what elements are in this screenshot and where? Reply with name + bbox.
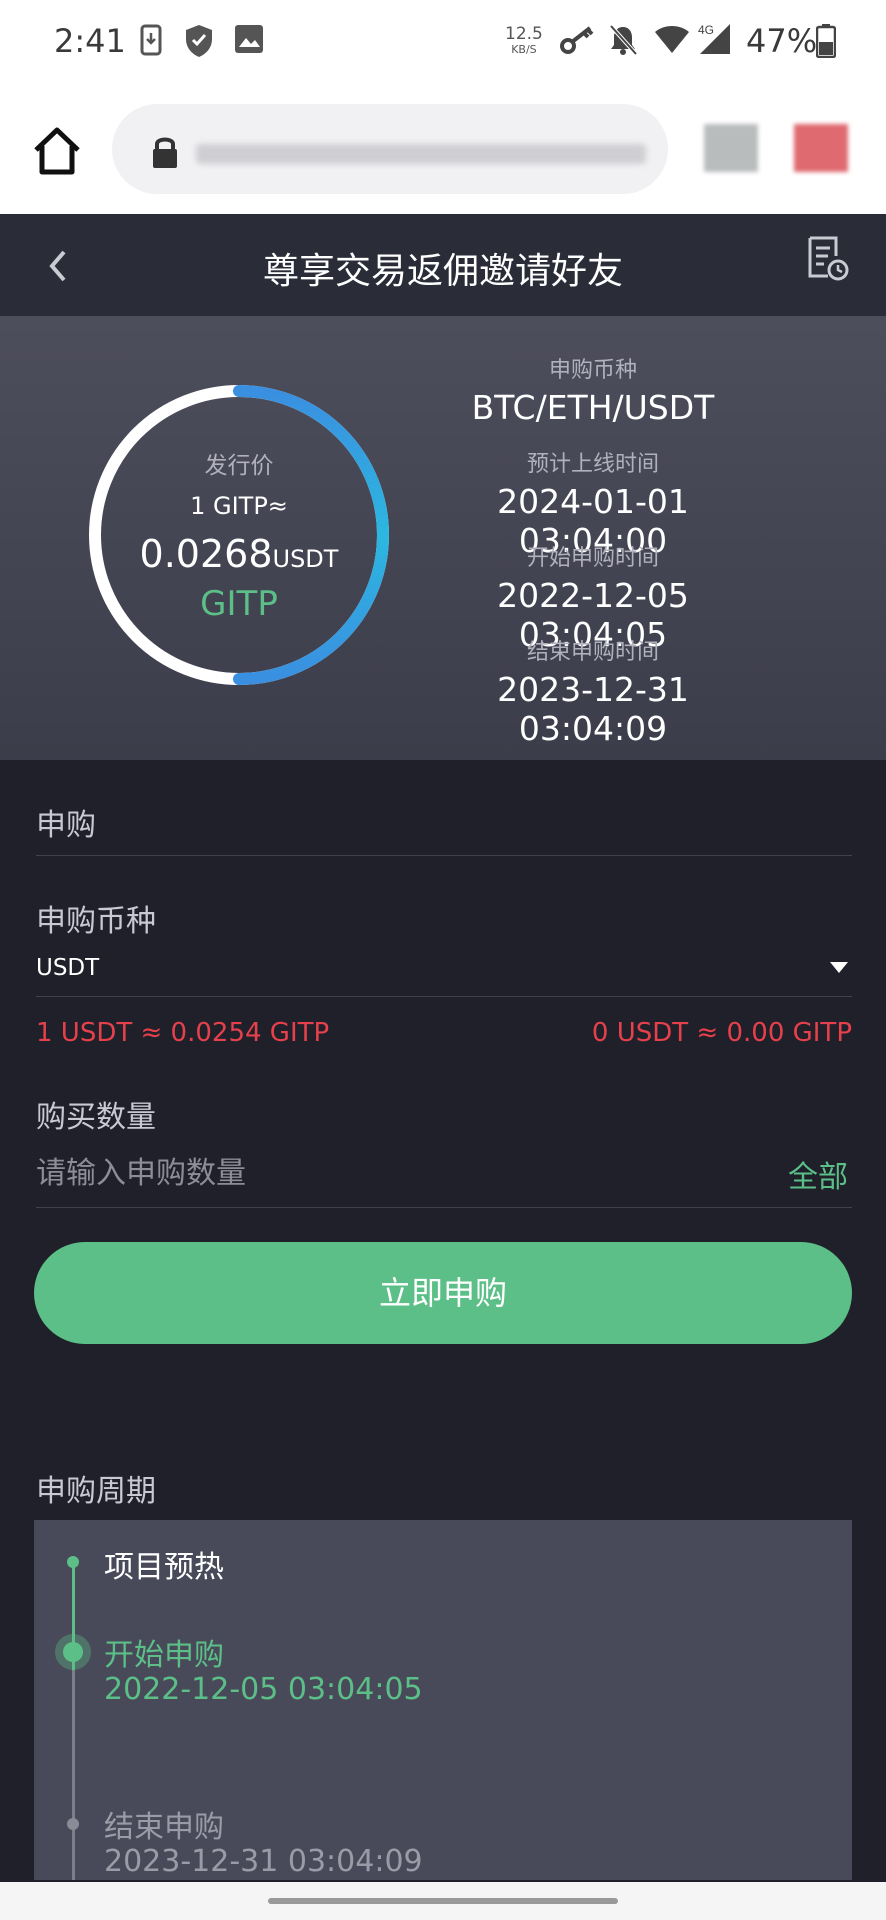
url-text-redacted: [196, 144, 646, 164]
issue-price-value: 0.0268: [139, 532, 273, 576]
wifi-icon: [655, 26, 689, 53]
subscribe-now-button[interactable]: 立即申购: [34, 1242, 852, 1344]
net-speed-unit: KB/S: [511, 43, 537, 56]
page-header: 尊享交易返佣邀请好友: [0, 214, 886, 316]
issue-price-line: 1 GITP≈: [190, 492, 288, 520]
issue-price-unit: USDT: [272, 545, 339, 573]
exchange-rate: 1 USDT ≈ 0.0254 GITP: [36, 1018, 330, 1048]
divider: [36, 855, 852, 856]
shield-icon: [186, 25, 212, 57]
key-icon: [560, 26, 594, 54]
divider: [36, 1207, 852, 1208]
svg-text:4G: 4G: [698, 23, 714, 37]
info-subscribe-currency: 申购币种 BTC/ETH/USDT: [420, 352, 766, 427]
step-dot: [67, 1556, 79, 1568]
exchange-estimate: 0 USDT ≈ 0.00 GITP: [591, 1018, 852, 1048]
timeline-line-pending: [72, 1670, 75, 1880]
info-label: 结束申购时间: [526, 640, 659, 665]
subscribe-section-title: 申购: [36, 808, 96, 843]
page-title: 尊享交易返佣邀请好友: [262, 251, 623, 292]
currency-select-value[interactable]: USDT: [36, 955, 99, 981]
issue-price-label: 发行价: [204, 453, 274, 479]
home-icon[interactable]: [30, 124, 84, 178]
net-speed-value: 12.5: [505, 24, 543, 44]
token-symbol: GITP: [200, 584, 278, 624]
download-icon: [140, 24, 162, 56]
step-date: 2023-12-31 03:04:09: [104, 1844, 423, 1879]
issue-info-panel: 发行价 1 GITP≈ 0.0268USDT GITP 申购币种 BTC/ETH…: [0, 316, 886, 760]
step-date: 2022-12-05 03:04:05: [104, 1672, 423, 1707]
status-time: 2:41: [54, 22, 126, 60]
cellular-signal-icon: 4G: [698, 23, 730, 54]
image-icon: [235, 25, 263, 53]
home-gesture-pill[interactable]: [268, 1898, 618, 1904]
status-bar: 2:41 12.5 KB/S 4G 47%: [0, 0, 886, 88]
battery-icon: [816, 24, 836, 58]
all-button[interactable]: 全部: [788, 1152, 848, 1196]
step-label: 结束申购: [104, 1810, 224, 1845]
browser-bar: [0, 88, 886, 214]
lock-icon: [153, 137, 177, 168]
currency-label: 申购币种: [36, 904, 156, 939]
info-value: 2023-12-31 03:04:09: [497, 670, 689, 748]
issue-price: 0.0268USDT: [86, 532, 392, 576]
info-value: BTC/ETH/USDT: [471, 388, 715, 427]
battery-percent: 47%: [746, 22, 818, 60]
info-label: 预计上线时间: [526, 452, 659, 477]
gesture-bar: [0, 1882, 886, 1920]
step-label: 项目预热: [104, 1550, 224, 1585]
info-label: 开始申购时间: [526, 546, 659, 571]
step-dot-current: [63, 1642, 83, 1662]
divider: [36, 996, 852, 997]
quantity-input[interactable]: [36, 1150, 736, 1196]
subscription-timeline: 项目预热 开始申购 2022-12-05 03:04:05 结束申购 2023-…: [34, 1520, 852, 1880]
info-label: 申购币种: [548, 358, 637, 383]
step-dot: [67, 1818, 79, 1830]
quantity-label: 购买数量: [36, 1100, 156, 1135]
cycle-title: 申购周期: [36, 1474, 156, 1509]
bell-off-icon: [609, 24, 638, 56]
record-history-icon[interactable]: [806, 234, 850, 282]
info-end-time: 结束申购时间 2023-12-31 03:04:09: [420, 634, 766, 748]
step-label: 开始申购: [104, 1638, 224, 1673]
tabs-button[interactable]: [704, 124, 758, 172]
browser-menu-button[interactable]: [794, 124, 848, 172]
dropdown-caret-icon[interactable]: [830, 962, 848, 973]
net-speed: 12.5 KB/S: [505, 24, 543, 57]
